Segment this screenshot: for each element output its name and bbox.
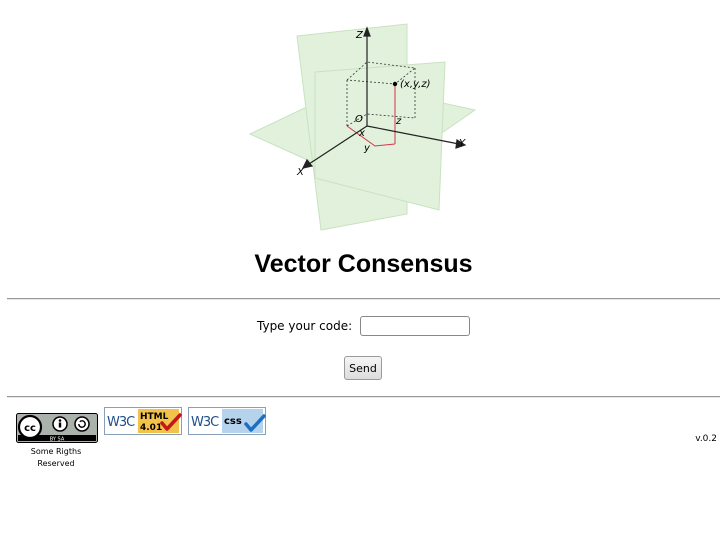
w3c-css-check-icon[interactable]: W3C css [188,407,266,435]
w3c-html-check-icon[interactable]: W3C HTML 4.01 [104,407,182,435]
component-label-y: y [363,143,371,154]
code-label: Type your code: [257,319,353,333]
license-caption-line2: Reserved [37,459,75,468]
point-label: (x,y,z) [400,79,430,90]
page-title: Vector Consensus [254,250,473,278]
w3c-css-label: css [224,416,242,427]
origin-label: O [355,114,363,125]
w3c-html-brand: W3C [107,415,135,430]
axis-label-z: Z [355,30,364,41]
coordinate-system-logo: Z Y X O (x,y,z) x y z [248,23,477,231]
divider-top [7,298,720,300]
license-caption: Some Rigths Reserved [16,446,96,470]
version-label: v.0.2 [695,434,717,444]
code-input[interactable] [359,316,470,336]
svg-text:cc: cc [24,423,36,434]
w3c-css-brand: W3C [191,415,219,430]
w3c-html-version: 4.01 [140,423,162,433]
point-marker [392,81,398,87]
axis-label-y: Y [459,138,466,149]
license-caption-line1: Some Rigths [30,447,82,456]
axis-label-x: X [296,167,305,178]
component-label-x: x [358,128,365,139]
w3c-html-label: HTML [140,412,169,422]
cc-license-icon[interactable]: cc BY SA [16,413,98,443]
send-button[interactable]: Send [344,356,382,380]
divider-bottom [7,396,720,398]
code-form: Type your code: [0,316,727,336]
cc-badge-text: BY SA [50,436,65,442]
component-label-z: z [395,116,402,127]
